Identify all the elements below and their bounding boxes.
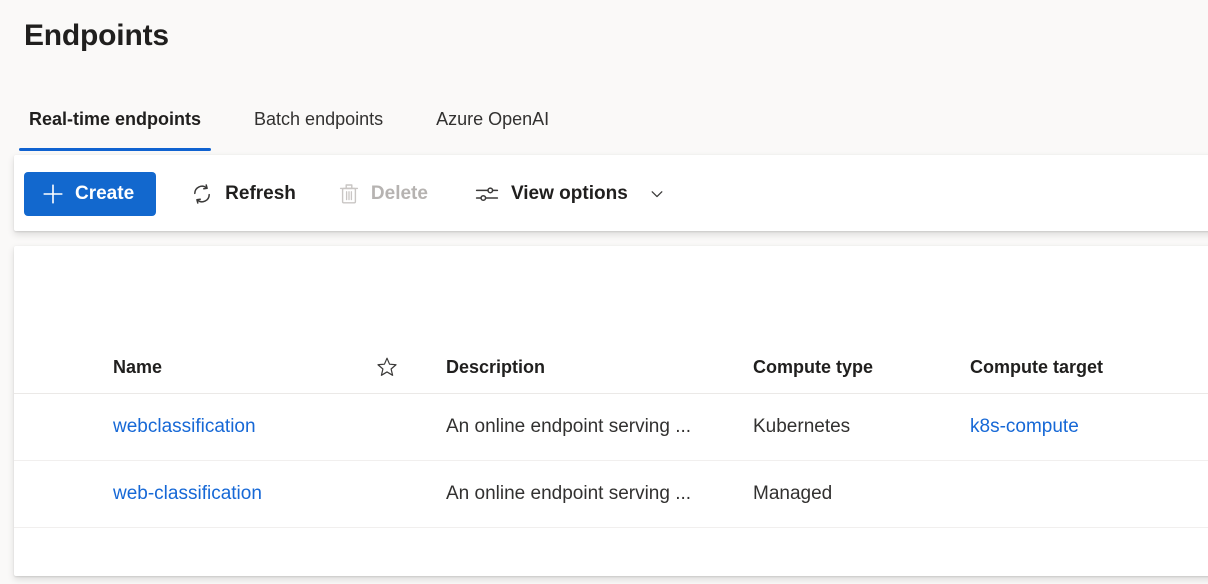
- refresh-button[interactable]: Refresh: [178, 172, 308, 216]
- tab-real-time-endpoints[interactable]: Real-time endpoints: [19, 104, 211, 152]
- table-row[interactable]: webclassification An online endpoint ser…: [14, 393, 1208, 461]
- delete-button[interactable]: Delete: [326, 172, 440, 216]
- cell-name: webclassification: [113, 393, 256, 460]
- column-header-description[interactable]: Description: [446, 341, 545, 393]
- endpoint-name-link[interactable]: webclassification: [113, 416, 256, 438]
- tab-label: Azure OpenAI: [436, 109, 549, 129]
- column-header-compute-type[interactable]: Compute type: [753, 341, 873, 393]
- cell-description: An online endpoint serving ...: [446, 393, 691, 460]
- view-options-button[interactable]: View options: [462, 172, 677, 216]
- cell-compute-target: k8s-compute: [970, 393, 1079, 460]
- tab-label: Real-time endpoints: [29, 109, 201, 129]
- column-header-favorite[interactable]: [376, 341, 398, 393]
- plus-icon: [42, 183, 64, 205]
- page-title: Endpoints: [24, 14, 169, 58]
- compute-target-link[interactable]: k8s-compute: [970, 416, 1079, 438]
- refresh-icon: [190, 182, 214, 206]
- cell-description: An online endpoint serving ...: [446, 460, 691, 527]
- tab-azure-openai[interactable]: Azure OpenAI: [426, 104, 559, 152]
- sliders-icon: [474, 182, 500, 206]
- tab-batch-endpoints[interactable]: Batch endpoints: [244, 104, 393, 152]
- column-header-name[interactable]: Name: [113, 341, 162, 393]
- endpoint-name-link[interactable]: web-classification: [113, 483, 262, 505]
- refresh-button-label: Refresh: [225, 183, 296, 205]
- cell-compute-type: Managed: [753, 460, 832, 527]
- create-button[interactable]: Create: [24, 172, 156, 216]
- chevron-down-icon: [649, 186, 665, 202]
- create-button-label: Create: [75, 183, 134, 205]
- view-options-button-label: View options: [511, 183, 628, 205]
- command-bar: Create Refresh: [24, 172, 677, 216]
- toolbar-card: Create Refresh: [14, 155, 1208, 231]
- endpoints-list-card: Name Description Compute type Compute ta…: [14, 246, 1208, 576]
- column-header-compute-target[interactable]: Compute target: [970, 341, 1103, 393]
- tab-bar: Real-time endpoints Batch endpoints Azur…: [19, 104, 559, 152]
- table-row[interactable]: web-classification An online endpoint se…: [14, 460, 1208, 528]
- table-header-row: Name Description Compute type Compute ta…: [14, 341, 1208, 394]
- star-icon: [376, 356, 398, 378]
- cell-name: web-classification: [113, 460, 262, 527]
- trash-icon: [338, 182, 360, 206]
- cell-compute-type: Kubernetes: [753, 393, 850, 460]
- tab-label: Batch endpoints: [254, 109, 383, 129]
- page-header: Endpoints Real-time endpoints Batch endp…: [0, 0, 1208, 152]
- delete-button-label: Delete: [371, 183, 428, 205]
